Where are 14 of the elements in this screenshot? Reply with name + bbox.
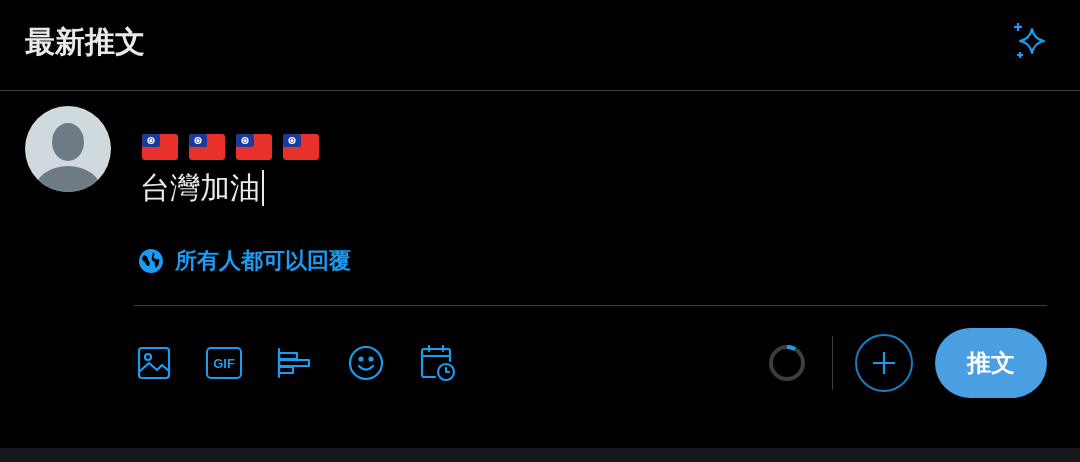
add-button[interactable] — [855, 334, 913, 392]
flag-icon — [142, 134, 178, 160]
schedule-button[interactable] — [418, 343, 458, 383]
emoji-button[interactable] — [346, 343, 386, 383]
tweet-text-field[interactable]: 台灣加油 — [140, 168, 264, 208]
reply-setting-button[interactable]: 所有人都可以回覆 — [139, 244, 351, 277]
page-title: 最新推文 — [25, 23, 145, 60]
globe-icon — [139, 248, 163, 273]
flag-icon — [189, 134, 225, 160]
progress-ring-icon — [768, 344, 806, 382]
flag-icon — [283, 134, 319, 160]
flag-icon — [236, 134, 272, 160]
plus-icon — [872, 351, 896, 375]
gif-button[interactable]: GIF — [206, 347, 242, 379]
